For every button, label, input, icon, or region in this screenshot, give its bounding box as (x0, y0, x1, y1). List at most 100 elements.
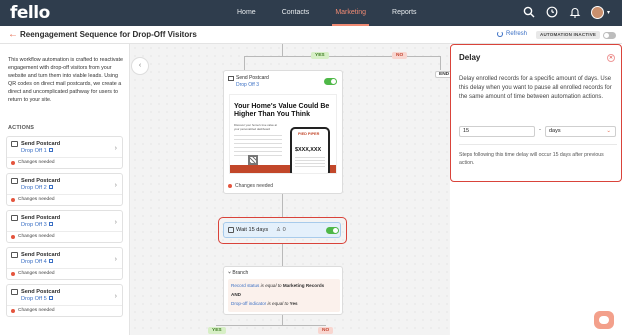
chevron-right-icon[interactable]: › (115, 256, 117, 263)
branch-yes-badge: YES (311, 52, 329, 59)
condition-1: Record status is equal to Marketing Reco… (231, 283, 325, 288)
clock-icon[interactable] (545, 5, 559, 19)
action-title: Send Postcard (21, 289, 61, 295)
action-link[interactable]: Drop Off 3 (21, 222, 53, 228)
node-link[interactable]: Drop Off 3 (236, 82, 259, 88)
postcard-node[interactable]: Send Postcard Drop Off 3 Your Home's Val… (223, 70, 343, 194)
divider (7, 157, 122, 158)
chevron-right-icon[interactable]: › (115, 219, 117, 226)
phone-text-lines (295, 157, 325, 169)
refresh-icon (497, 31, 503, 37)
chevron-down-icon[interactable]: ▾ (607, 9, 610, 16)
action-title: Send Postcard (21, 141, 61, 147)
connector-line (282, 315, 283, 325)
action-card[interactable]: Send Postcard Drop Off 5 › Changes neede… (6, 284, 123, 317)
search-icon[interactable] (522, 5, 536, 19)
action-link[interactable]: Drop Off 5 (21, 296, 53, 302)
delay-amount-input[interactable]: 15 (459, 126, 535, 137)
connector-line (282, 244, 283, 266)
automation-toggle[interactable] (603, 32, 616, 39)
action-card[interactable]: Send Postcard Drop Off 4 › Changes neede… (6, 247, 123, 280)
postcard-icon (11, 178, 18, 184)
node-status: Changes needed (228, 183, 273, 189)
condition-2: Drop-off indicator is equal to Yes (231, 301, 298, 306)
delay-unit-select[interactable]: days ⌄ (545, 126, 616, 137)
postcard-icon (11, 289, 18, 295)
action-card[interactable]: Send Postcard Drop Off 2 › Changes neede… (6, 173, 123, 206)
branch-no-badge: NO (318, 327, 334, 334)
preview-subtext: Discover your home's true value at your … (234, 123, 277, 131)
back-arrow-icon[interactable]: ← (8, 29, 18, 40)
connector-line (440, 56, 441, 70)
wait-node-highlight[interactable]: Wait 15 days ♙ 0 (218, 217, 347, 244)
branch-no-badge: NO (392, 52, 408, 59)
action-title: Send Postcard (21, 252, 61, 258)
collapse-panel-button[interactable]: ‹ (131, 57, 149, 75)
divider (7, 305, 122, 306)
refresh-label: Refresh (506, 31, 528, 37)
phone-mockup: PIED PIPER $XXX,XXX (290, 127, 330, 173)
top-nav: fello Home Contacts Marketing Reports ▾ (0, 0, 622, 26)
status-badge: AUTOMATION INACTIVE (536, 31, 601, 39)
wait-node[interactable]: Wait 15 days ♙ 0 (223, 222, 341, 238)
branch-node[interactable]: ⑂ Branch Record status is equal to Marke… (223, 266, 343, 315)
enrolled-count: ♙ 0 (276, 227, 286, 233)
connector-line (282, 194, 283, 217)
close-icon[interactable]: ✕ (607, 54, 615, 62)
nav-item-marketing[interactable]: Marketing (332, 0, 370, 26)
action-link[interactable]: Drop Off 1 (21, 148, 53, 154)
status-dot (11, 308, 15, 313)
postcard-icon (11, 215, 18, 221)
chat-icon[interactable] (594, 311, 614, 329)
avatar[interactable] (590, 5, 604, 19)
delay-panel: Delay ✕ Delay enrolled records for a spe… (450, 44, 622, 182)
action-card[interactable]: Send Postcard Drop Off 3 › Changes neede… (6, 210, 123, 243)
action-status: Changes needed (11, 271, 55, 276)
postcard-icon (11, 141, 18, 147)
action-status: Changes needed (11, 160, 55, 165)
wait-label: Wait 15 days (236, 227, 269, 233)
refresh-button[interactable]: Refresh (497, 31, 527, 37)
delay-description: Delay enrolled records for a specific am… (459, 76, 612, 100)
bell-icon[interactable] (568, 5, 582, 19)
app-logo[interactable]: fello (10, 3, 50, 23)
external-link-icon (48, 222, 53, 226)
connector-line (244, 56, 440, 57)
nav-item-reports[interactable]: Reports (389, 0, 420, 26)
external-link-icon (48, 185, 53, 189)
page-header: ← Reengagement Sequence for Drop-Off Vis… (0, 26, 622, 44)
action-title: Send Postcard (21, 215, 61, 221)
separator: - (539, 127, 541, 133)
preview-price: $XXX,XXX (295, 147, 322, 153)
branch-yes-badge: YES (208, 327, 226, 334)
condition-joiner: AND (231, 292, 241, 297)
node-title: Send Postcard (236, 75, 269, 81)
divider (459, 144, 617, 145)
action-link[interactable]: Drop Off 2 (21, 185, 53, 191)
node-toggle[interactable] (324, 78, 337, 85)
nav-item-contacts[interactable]: Contacts (279, 0, 313, 26)
nav-item-home[interactable]: Home (234, 0, 259, 26)
node-toggle[interactable] (326, 227, 339, 234)
external-link-icon (48, 259, 53, 263)
branch-conditions: Record status is equal to Marketing Reco… (228, 279, 340, 312)
main-nav: Home Contacts Marketing Reports (234, 0, 440, 26)
action-status: Changes needed (11, 234, 55, 239)
branch-icon: ⑂ (228, 270, 232, 276)
chevron-right-icon[interactable]: › (115, 145, 117, 152)
chevron-right-icon[interactable]: › (115, 293, 117, 300)
external-link-icon (48, 296, 53, 300)
action-status: Changes needed (11, 197, 55, 202)
action-title: Send Postcard (21, 178, 61, 184)
external-link-icon (48, 148, 53, 152)
action-link[interactable]: Drop Off 4 (21, 259, 53, 265)
chevron-right-icon[interactable]: › (115, 182, 117, 189)
workflow-description: This workflow automation is crafted to r… (8, 57, 124, 103)
qr-code-icon (248, 155, 258, 165)
action-card[interactable]: Send Postcard Drop Off 1 › Changes neede… (6, 136, 123, 169)
left-panel: This workflow automation is crafted to r… (0, 44, 130, 335)
postcard-preview: Your Home's Value Could Be Higher Than Y… (229, 94, 337, 174)
preview-text-lines (234, 135, 282, 157)
connector-line (282, 44, 283, 56)
divider (7, 231, 122, 232)
